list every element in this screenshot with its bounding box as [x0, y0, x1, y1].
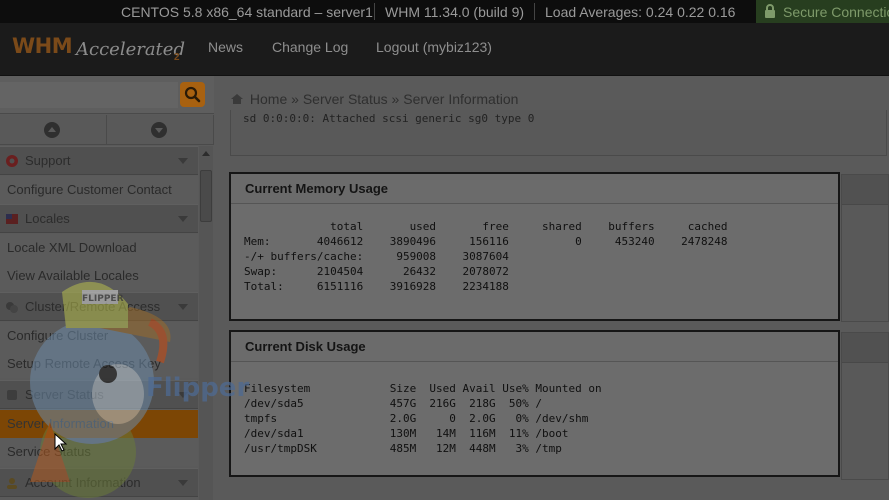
sidebar-group-label: Account Information: [25, 475, 141, 490]
sidebar-group-label: Support: [25, 153, 71, 168]
disk-usage-panel: Current Disk Usage Filesystem Size Used …: [229, 330, 840, 477]
sidebar-item-service-status[interactable]: Service Status: [0, 438, 198, 466]
main-content: Home » Server Status » Server Informatio…: [214, 76, 889, 500]
breadcrumb: Home » Server Status » Server Informatio…: [230, 91, 518, 107]
sidebar-group-label: Cluster/Remote Access: [25, 299, 161, 314]
search-button[interactable]: [180, 82, 205, 107]
memory-usage-title: Current Memory Usage: [231, 174, 838, 204]
kernel-log-box: sd 0:0:0:0: Attached scsi generic sg0 ty…: [230, 110, 887, 156]
sidebar-item-server-information[interactable]: Server Information: [0, 410, 198, 438]
whm-version-text: WHM 11.34.0 (build 9): [385, 4, 525, 20]
divider: [374, 3, 375, 20]
breadcrumb-separator: »: [291, 91, 299, 107]
chevron-down-icon: [178, 392, 188, 398]
collapse-all-button[interactable]: [107, 115, 214, 145]
sidebar-item-locale-xml-download[interactable]: Locale XML Download: [0, 234, 198, 262]
search-input[interactable]: [0, 82, 178, 108]
disk-usage-title: Current Disk Usage: [231, 332, 838, 362]
divider: [534, 3, 535, 20]
sidebar-item-view-available-locales[interactable]: View Available Locales: [0, 262, 198, 290]
arrow-up-icon: [44, 122, 60, 138]
expand-all-button[interactable]: [0, 115, 107, 145]
chevron-down-icon: [178, 216, 188, 222]
sidebar-item-configure-cluster[interactable]: Configure Cluster: [0, 322, 198, 350]
sidebar-item-configure-customer-contact[interactable]: Configure Customer Contact: [0, 176, 198, 204]
sidebar-search: [0, 76, 214, 114]
breadcrumb-separator: »: [391, 91, 400, 107]
secure-connection-label: Secure Connection: [783, 4, 889, 20]
memory-usage-body: total used free shared buffers cached Me…: [231, 204, 838, 319]
sidebar-item-setup-remote-access-key[interactable]: Setup Remote Access Key: [0, 350, 198, 378]
sidebar-group-cluster[interactable]: Cluster/Remote Access: [0, 292, 198, 321]
logo-version: 2: [174, 52, 180, 63]
server-info-text: CENTOS 5.8 x86_64 standard – server1: [121, 4, 373, 20]
arrow-down-icon: [151, 122, 167, 138]
background-panel: [841, 174, 889, 322]
logo-accelerated: Accelerated: [76, 39, 185, 60]
background-panel: [841, 332, 889, 480]
scrollbar-thumb[interactable]: [200, 170, 212, 222]
memory-usage-output: total used free shared buffers cached Me…: [244, 220, 728, 293]
kernel-log-text: sd 0:0:0:0: Attached scsi generic sg0 ty…: [243, 112, 535, 125]
sidebar-scrollbar[interactable]: [199, 146, 213, 500]
status-bar: CENTOS 5.8 x86_64 standard – server1 WHM…: [0, 0, 889, 23]
disk-usage-output: Filesystem Size Used Avail Use% Mounted …: [244, 382, 602, 455]
sidebar-collapse-controls: [0, 115, 214, 145]
nav-news-link[interactable]: News: [208, 39, 243, 55]
mouse-cursor-icon: [54, 433, 68, 452]
account-icon: [7, 478, 17, 489]
sidebar-menu: Support Configure Customer Contact Local…: [0, 146, 198, 500]
secure-connection-badge: Secure Connection: [756, 0, 889, 23]
sidebar: Support Configure Customer Contact Local…: [0, 76, 214, 500]
breadcrumb-home-link[interactable]: Home: [250, 91, 287, 107]
load-averages-text: Load Averages: 0.24 0.22 0.16: [545, 4, 736, 20]
breadcrumb-server-status-link[interactable]: Server Status: [303, 91, 388, 107]
scroll-up-icon[interactable]: [202, 151, 210, 156]
lifebuoy-icon: [6, 155, 18, 167]
cluster-icon: [6, 302, 18, 313]
home-icon: [231, 94, 243, 104]
chevron-down-icon: [178, 158, 188, 164]
sidebar-group-label: Server Status: [25, 387, 104, 402]
chevron-down-icon: [178, 480, 188, 486]
nav-logout-link[interactable]: Logout (mybiz123): [376, 39, 492, 55]
breadcrumb-current: Server Information: [403, 91, 519, 107]
sidebar-group-locales[interactable]: Locales: [0, 204, 198, 233]
sidebar-group-support[interactable]: Support: [0, 146, 198, 175]
sidebar-group-server-status[interactable]: Server Status: [0, 380, 198, 409]
nav-change-log-link[interactable]: Change Log: [272, 39, 348, 55]
disk-usage-body: Filesystem Size Used Avail Use% Mounted …: [231, 362, 838, 475]
header: WHM Accelerated 2 News Change Log Logout…: [0, 23, 889, 76]
sidebar-group-account-information[interactable]: Account Information: [0, 468, 198, 497]
search-icon: [184, 86, 201, 103]
memory-usage-panel: Current Memory Usage total used free sha…: [229, 172, 840, 321]
chevron-down-icon: [178, 304, 188, 310]
server-status-icon: [7, 390, 17, 400]
lock-icon: [765, 4, 775, 18]
sidebar-group-label: Locales: [25, 211, 70, 226]
flag-icon: [6, 214, 18, 224]
logo-whm: WHM: [12, 34, 73, 58]
